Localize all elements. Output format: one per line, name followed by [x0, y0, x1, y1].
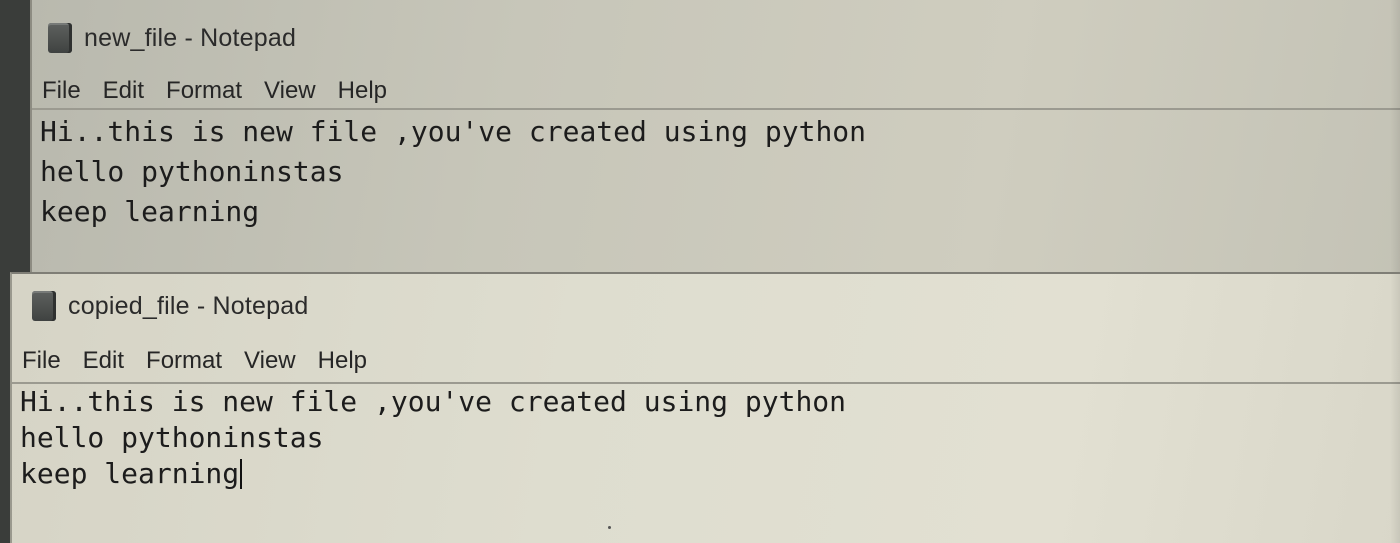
menu-format[interactable]: Format — [166, 77, 242, 105]
text-line: keep learning — [40, 195, 260, 228]
title-bar[interactable]: new_file - Notepad — [48, 18, 1400, 58]
text-line: hello pythoninstas — [20, 421, 324, 454]
window-title: copied_file - Notepad — [68, 291, 309, 320]
text-line: Hi..this is new file ,you've created usi… — [20, 385, 847, 418]
window-title: new_file - Notepad — [84, 23, 297, 52]
menu-file[interactable]: File — [42, 77, 81, 105]
menu-format[interactable]: Format — [146, 347, 222, 375]
menu-help[interactable]: Help — [318, 347, 367, 375]
window-edge-shadow — [1390, 274, 1400, 543]
menu-bar: File Edit Format View Help — [22, 342, 1400, 380]
screen-speck — [608, 526, 611, 529]
menu-view[interactable]: View — [244, 347, 296, 375]
menu-view[interactable]: View — [264, 77, 316, 105]
title-bar[interactable]: copied_file - Notepad — [32, 286, 1400, 326]
text-line: hello pythoninstas — [40, 155, 344, 188]
text-caret — [240, 459, 243, 489]
text-line: Hi..this is new file ,you've created usi… — [40, 115, 867, 148]
text-editor-area[interactable]: Hi..this is new file ,you've created usi… — [32, 108, 1400, 272]
text-line-text: keep learning — [20, 457, 240, 490]
menu-file[interactable]: File — [22, 347, 61, 375]
menu-edit[interactable]: Edit — [103, 77, 144, 105]
notepad-window-new-file[interactable]: new_file - Notepad File Edit Format View… — [30, 0, 1400, 272]
notepad-icon — [48, 23, 72, 53]
notepad-window-copied-file[interactable]: copied_file - Notepad File Edit Format V… — [10, 272, 1400, 543]
text-line-with-caret: keep learning — [20, 456, 1400, 492]
menu-edit[interactable]: Edit — [83, 347, 124, 375]
menu-help[interactable]: Help — [338, 77, 387, 105]
notepad-icon — [32, 291, 56, 321]
text-editor-area[interactable]: Hi..this is new file ,you've created usi… — [12, 382, 1400, 543]
menu-bar: File Edit Format View Help — [42, 72, 1400, 110]
window-edge-shadow — [1390, 0, 1400, 272]
